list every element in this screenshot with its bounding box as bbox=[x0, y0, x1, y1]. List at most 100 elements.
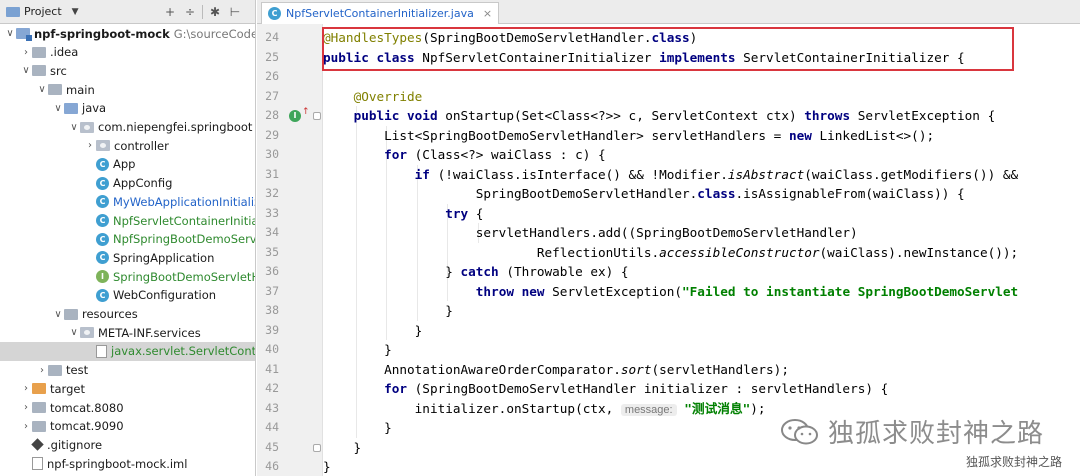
code-line[interactable]: SpringBootDemoServletHandler.class.isAss… bbox=[323, 184, 965, 204]
tree-item[interactable]: ›CSpringApplication bbox=[0, 248, 255, 267]
tree-item[interactable]: ∨ com.niepengfei.springboot bbox=[0, 118, 255, 137]
fold-icon[interactable] bbox=[313, 112, 321, 120]
tree-item[interactable]: ›CNpfSpringBootDemoServletH bbox=[0, 230, 255, 249]
tree-item[interactable]: › tomcat.9090 bbox=[0, 417, 255, 436]
editor-tab[interactable]: C NpfServletContainerInitializer.java × bbox=[261, 2, 500, 24]
tree-item[interactable]: ›CMyWebApplicationInitializer bbox=[0, 192, 255, 211]
tree-item[interactable]: ›ISpringBootDemoServletHand bbox=[0, 267, 255, 286]
code-line[interactable]: try { bbox=[323, 204, 483, 224]
collapse-all-icon[interactable]: ÷ bbox=[182, 5, 198, 19]
locate-icon[interactable]: + bbox=[162, 5, 178, 19]
chevron-down-icon[interactable]: ∨ bbox=[52, 309, 64, 320]
tree-item[interactable]: › test bbox=[0, 361, 255, 380]
tree-item[interactable]: ∨ resources bbox=[0, 305, 255, 324]
fold-icon[interactable] bbox=[313, 443, 321, 452]
hide-panel-icon[interactable]: ⊢ bbox=[227, 5, 243, 19]
gear-icon[interactable]: ✱ bbox=[207, 5, 223, 19]
class-icon: C bbox=[96, 176, 109, 190]
chevron-down-icon[interactable]: ∨ bbox=[68, 327, 80, 338]
line-number: 44 bbox=[265, 420, 279, 434]
tree-item[interactable]: ›CNpfServletContainerInitialize bbox=[0, 211, 255, 230]
tree-item[interactable]: ›npf-springboot-mock.iml bbox=[0, 454, 255, 473]
code-line[interactable]: List<SpringBootDemoServletHandler> servl… bbox=[323, 126, 934, 146]
tree-item[interactable]: ∨ META-INF.services bbox=[0, 323, 255, 342]
chevron-down-icon[interactable]: ∨ bbox=[36, 84, 48, 95]
tree-item-label: NpfServletContainerInitialize bbox=[113, 213, 255, 228]
code-line[interactable]: } bbox=[323, 457, 331, 476]
package-icon bbox=[80, 327, 94, 339]
project-view-selector[interactable]: Project ▼ bbox=[0, 5, 79, 18]
line-number: 43 bbox=[265, 400, 279, 415]
close-icon[interactable]: × bbox=[483, 7, 492, 20]
line-number: 30 bbox=[265, 147, 279, 161]
code-line[interactable]: } bbox=[323, 418, 392, 438]
folder-icon bbox=[32, 402, 46, 413]
class-icon: C bbox=[96, 232, 109, 246]
wechat-icon bbox=[781, 418, 818, 444]
code-line[interactable]: initializer.onStartup(ctx, message: "测试消… bbox=[323, 399, 766, 419]
code-line[interactable]: if (!waiClass.isInterface() && !Modifier… bbox=[323, 165, 1018, 185]
tree-item[interactable]: › tomcat.8080 bbox=[0, 398, 255, 417]
tree-item[interactable]: › controller bbox=[0, 136, 255, 155]
tree-item-label: resources bbox=[82, 307, 138, 321]
chevron-down-icon[interactable]: ∨ bbox=[68, 122, 80, 133]
class-icon: C bbox=[96, 288, 109, 302]
code-line[interactable]: throw new ServletException("Failed to in… bbox=[323, 282, 1018, 302]
project-path: G:\sourceCode\npf-spr bbox=[173, 26, 255, 41]
chevron-down-icon[interactable]: ∨ bbox=[4, 28, 16, 39]
tree-item[interactable]: ∨ src bbox=[0, 61, 255, 80]
chevron-right-icon[interactable]: › bbox=[20, 421, 32, 432]
chevron-down-icon: ▼ bbox=[71, 6, 79, 17]
folder-icon bbox=[64, 308, 78, 320]
chevron-right-icon[interactable]: › bbox=[20, 402, 32, 413]
code-line[interactable]: for (Class<?> waiClass : c) { bbox=[323, 145, 606, 165]
tree-item-label: java bbox=[82, 101, 107, 116]
project-panel: Project ▼ + ÷ ✱ ⊢ ∨ npf-springboot-mock G:… bbox=[0, 0, 256, 476]
code-line[interactable]: public void onStartup(Set<Class<?>> c, S… bbox=[323, 106, 996, 126]
code-line[interactable]: } bbox=[323, 340, 392, 360]
code-line[interactable]: ReflectionUtils.accessibleConstructor(wa… bbox=[323, 243, 1018, 263]
tree-item[interactable]: ›CWebConfiguration bbox=[0, 286, 255, 305]
tree-item-label: MyWebApplicationInitializer bbox=[113, 194, 255, 209]
class-icon: C bbox=[96, 214, 109, 227]
project-title: Project bbox=[24, 5, 62, 18]
tree-item[interactable]: › .idea bbox=[0, 43, 255, 62]
code-line[interactable]: } bbox=[323, 321, 423, 341]
chevron-down-icon[interactable]: ∨ bbox=[52, 103, 64, 114]
code-line[interactable]: } catch (Throwable ex) { bbox=[323, 262, 628, 282]
line-number-gutter: 24 25 26 27 28 29 30 31 32 33 34 35 36 37 38 39 40 41 42 43… bbox=[257, 24, 323, 476]
code-line[interactable]: for (SpringBootDemoServletHandler initia… bbox=[323, 379, 888, 399]
chevron-right-icon[interactable]: › bbox=[36, 365, 48, 376]
tree-item[interactable]: › target bbox=[0, 379, 255, 398]
code-line[interactable]: } bbox=[323, 438, 362, 458]
editor-tab-bar: C NpfServletContainerInitializer.java × bbox=[257, 0, 1080, 24]
code-line[interactable]: servletHandlers.add((SpringBootDemoServl… bbox=[323, 223, 858, 243]
chevron-right-icon[interactable]: › bbox=[84, 140, 96, 151]
folder-icon bbox=[48, 364, 62, 376]
code-line[interactable]: @Override bbox=[323, 87, 423, 107]
tree-item[interactable]: ›.gitignore bbox=[0, 435, 255, 454]
toolbar-divider bbox=[202, 5, 203, 19]
chevron-right-icon[interactable]: › bbox=[20, 47, 32, 58]
chevron-right-icon[interactable]: › bbox=[20, 383, 32, 394]
chevron-down-icon[interactable]: ∨ bbox=[20, 65, 32, 76]
tree-item-label: tomcat.8080 bbox=[50, 400, 124, 415]
code-line[interactable]: AnnotationAwareOrderComparator.sort(serv… bbox=[323, 360, 789, 380]
source-folder-icon bbox=[64, 102, 78, 114]
line-number: 29 bbox=[265, 127, 279, 142]
tree-item[interactable]: ›CApp bbox=[0, 155, 255, 174]
tree-item[interactable]: ∨ npf-springboot-mockG:\sourceCode\npf-sp… bbox=[0, 24, 255, 43]
line-number: 26 bbox=[265, 69, 279, 83]
tree-item-label: SpringApplication bbox=[113, 250, 215, 265]
tree-item[interactable]: ∨ main bbox=[0, 80, 255, 99]
tree-item[interactable]: ›CAppConfig bbox=[0, 174, 255, 193]
tree-item[interactable]: ›javax.servlet.ServletContain bbox=[0, 341, 255, 361]
package-icon bbox=[96, 140, 110, 152]
tree-item[interactable]: ∨ java bbox=[0, 99, 255, 118]
package-icon bbox=[80, 121, 94, 133]
highlight-annotation-box bbox=[322, 27, 1014, 71]
implements-method-icon[interactable]: I bbox=[289, 110, 301, 122]
code-line[interactable]: } bbox=[323, 301, 453, 321]
code-area[interactable]: @HandlesTypes(SpringBootDemoServletHandl… bbox=[323, 24, 1080, 476]
tree-item-label: main bbox=[66, 82, 95, 97]
